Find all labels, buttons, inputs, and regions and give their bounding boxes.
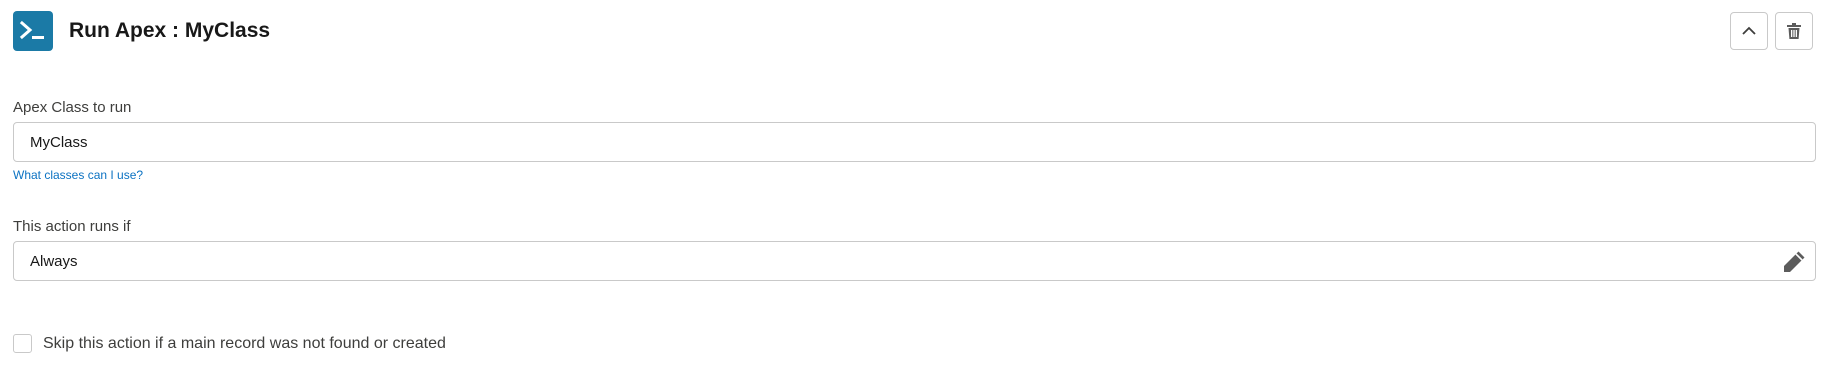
- edit-condition-button[interactable]: [1779, 247, 1809, 277]
- collapse-button[interactable]: [1730, 12, 1768, 50]
- chevron-up-icon: [1742, 26, 1756, 35]
- condition-input[interactable]: Always: [13, 241, 1816, 281]
- condition-value: Always: [30, 252, 78, 270]
- apex-class-label: Apex Class to run: [13, 99, 132, 116]
- skip-action-option[interactable]: Skip this action if a main record was no…: [13, 334, 446, 353]
- run-apex-action-panel: Run Apex : MyClass Apex Class to run MyC…: [0, 0, 1825, 385]
- condition-label: This action runs if: [13, 218, 131, 235]
- terminal-icon: [13, 11, 53, 51]
- action-header: Run Apex : MyClass: [13, 11, 1825, 51]
- trash-icon: [1787, 23, 1801, 39]
- apex-class-input[interactable]: MyClass: [13, 122, 1816, 162]
- delete-button[interactable]: [1775, 12, 1813, 50]
- pencil-icon: [1784, 251, 1805, 272]
- skip-action-label: Skip this action if a main record was no…: [43, 334, 446, 352]
- apex-classes-help-link[interactable]: What classes can I use?: [13, 168, 143, 182]
- apex-class-value: MyClass: [30, 133, 88, 151]
- action-title: Run Apex : MyClass: [69, 19, 271, 42]
- skip-action-checkbox[interactable]: [13, 334, 32, 353]
